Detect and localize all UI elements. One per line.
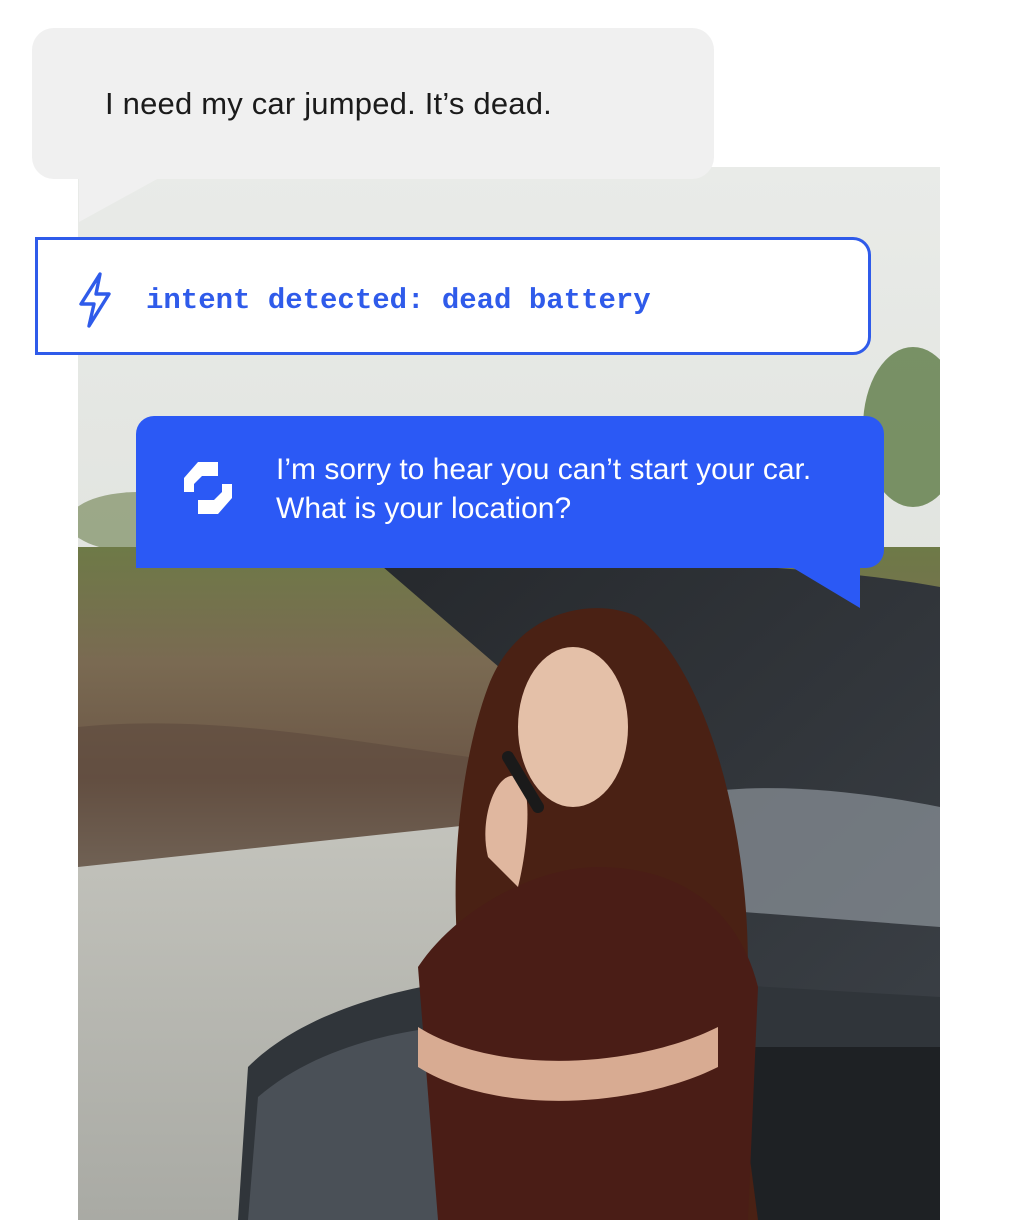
lightning-icon — [76, 272, 114, 328]
intent-detected-banner: intent detected: dead battery — [35, 237, 871, 355]
user-message-text: I need my car jumped. It’s dead. — [105, 86, 552, 121]
bot-message-bubble: I’m sorry to hear you can’t start your c… — [136, 416, 884, 568]
user-message-bubble: I need my car jumped. It’s dead. — [32, 28, 714, 179]
brand-logo-icon — [180, 458, 236, 518]
user-bubble-tail — [79, 178, 159, 222]
bot-bubble-tail — [790, 566, 860, 608]
bot-message-text: I’m sorry to hear you can’t start your c… — [276, 453, 812, 525]
intent-text: intent detected: dead battery — [146, 284, 651, 317]
